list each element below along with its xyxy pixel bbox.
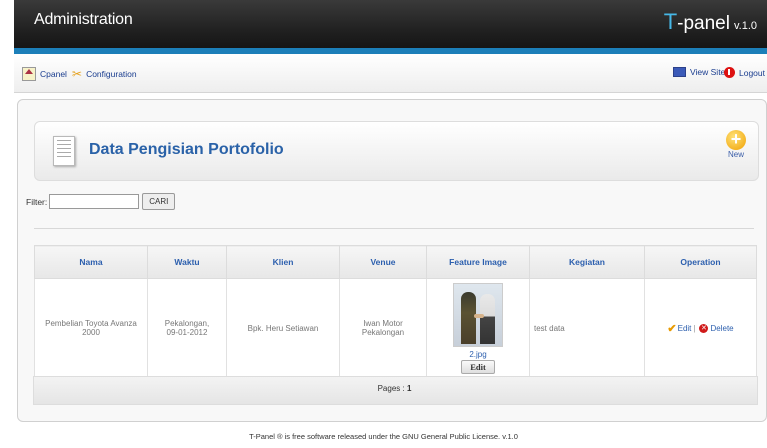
app-title: Administration (34, 11, 133, 28)
monitor-icon (673, 67, 686, 77)
cell-venue: Iwan Motor Pekalongan (339, 278, 427, 378)
document-icon (53, 136, 75, 166)
page-number[interactable]: 1 (407, 384, 411, 393)
logout-link[interactable]: Logout (724, 67, 765, 78)
version-label: v.1.0 (733, 20, 757, 32)
cpanel-link[interactable]: Cpanel (22, 67, 67, 81)
filter-label: Filter: (26, 196, 48, 207)
cell-waktu: Pekalongan, 09-01-2012 (147, 278, 227, 378)
portfolio-table: Nama Waktu Klien Venue Feature Image Keg… (34, 245, 757, 378)
configuration-label: Configuration (86, 69, 137, 79)
top-header: Administration T-panel v.1.0 (14, 0, 767, 48)
cpanel-label: Cpanel (40, 69, 67, 79)
edit-link[interactable]: Edit (678, 324, 692, 333)
divider (34, 228, 754, 229)
new-button[interactable]: + New (724, 130, 748, 159)
brand-logo: T-panel v.1.0 (664, 9, 757, 35)
brand-logo-text: -panel (677, 13, 730, 34)
pagination: Pages : 1 (33, 384, 756, 393)
column-header-venue[interactable]: Venue (339, 245, 427, 279)
view-site-label: View Site (690, 67, 726, 77)
column-header-feature-image[interactable]: Feature Image (426, 245, 530, 279)
checkmark-icon: ✔ (667, 322, 677, 335)
view-site-link[interactable]: View Site (673, 67, 725, 77)
column-header-waktu[interactable]: Waktu (147, 245, 227, 279)
column-header-operation[interactable]: Operation (644, 245, 757, 279)
cell-feature-image: 2.jpg Edit (426, 278, 530, 378)
delete-icon: ✕ (699, 323, 709, 333)
column-header-kegiatan[interactable]: Kegiatan (529, 245, 645, 279)
add-icon: + (726, 130, 746, 150)
home-icon (22, 67, 36, 81)
table-row: Pembelian Toyota Avanza 2000 Pekalongan,… (34, 278, 757, 378)
column-header-nama[interactable]: Nama (34, 245, 148, 279)
pages-label: Pages : (377, 384, 405, 393)
cell-klien: Bpk. Heru Setiawan (226, 278, 340, 378)
cell-operation: ✔ Edit | ✕ Delete (644, 278, 757, 378)
search-button[interactable]: CARI (142, 193, 176, 210)
waktu-place: Pekalongan, (164, 319, 210, 328)
operation-links: ✔ Edit | ✕ Delete (646, 322, 755, 335)
image-edit-button[interactable]: Edit (461, 359, 495, 374)
logout-label: Logout (739, 67, 765, 78)
footer-text: T-Panel ® is free software released unde… (249, 432, 518, 441)
page-title: Data Pengisian Portofolio (89, 141, 284, 158)
column-header-klien[interactable]: Klien (226, 245, 340, 279)
content-panel: Data Pengisian Portofolio + New Filter: … (17, 99, 767, 422)
brand-logo-t: T (663, 9, 678, 34)
toolbar: Cpanel ✂ Configuration View Site Logout (14, 54, 767, 93)
configuration-link[interactable]: ✂ Configuration (72, 67, 137, 81)
power-icon (724, 67, 735, 78)
separator: | (693, 323, 696, 333)
new-label: New (727, 150, 744, 159)
waktu-date: 09-01-2012 (166, 328, 208, 337)
table-header-row: Nama Waktu Klien Venue Feature Image Keg… (34, 245, 757, 279)
filter-bar: Filter: CARI (26, 193, 176, 210)
cell-kegiatan: test data (529, 278, 645, 378)
feature-image-thumbnail[interactable] (453, 282, 503, 347)
cell-nama: Pembelian Toyota Avanza 2000 (34, 278, 148, 378)
tools-icon: ✂ (72, 67, 83, 81)
delete-link[interactable]: Delete (710, 324, 733, 333)
page-header-box: Data Pengisian Portofolio + New (34, 121, 759, 181)
filter-input[interactable] (49, 194, 140, 209)
image-filename: 2.jpg (469, 349, 487, 359)
